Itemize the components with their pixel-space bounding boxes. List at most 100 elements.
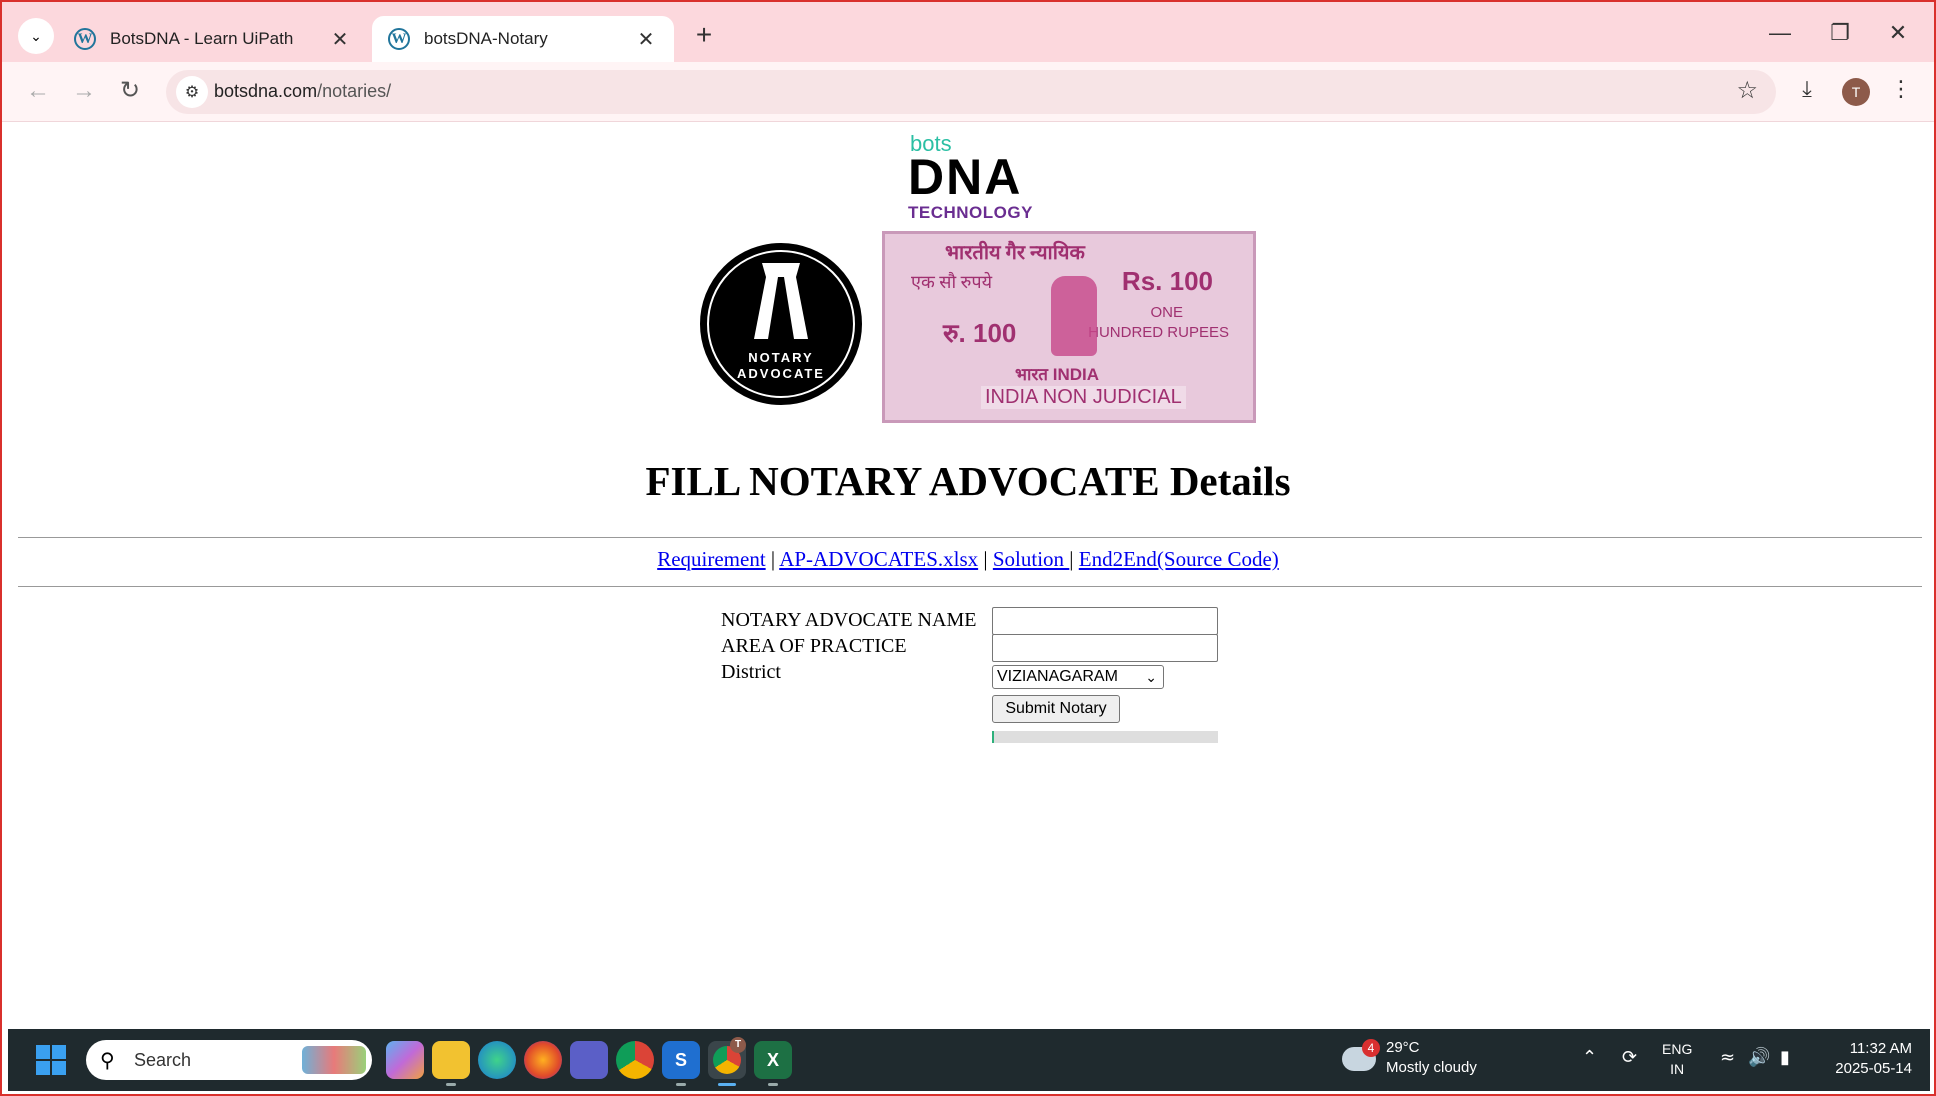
link-requirement[interactable]: Requirement xyxy=(657,547,765,571)
area-label: AREA OF PRACTICE xyxy=(721,635,907,657)
national-emblem-icon xyxy=(1051,276,1097,356)
bookmark-star-icon[interactable]: ☆ xyxy=(1736,76,1758,105)
wifi-icon[interactable]: ≈ xyxy=(1720,1047,1735,1068)
close-icon[interactable]: ✕ xyxy=(634,27,658,52)
tab-label: botsDNA-Notary xyxy=(424,29,548,48)
close-window-icon[interactable]: ✕ xyxy=(1878,20,1918,46)
chrome-icon[interactable] xyxy=(616,1041,654,1079)
site-info-icon[interactable]: ⚙ xyxy=(176,76,208,108)
running-indicator xyxy=(446,1083,456,1086)
new-tab-button[interactable]: + xyxy=(688,20,720,52)
stamp-hundred-text: HUNDRED RUPEES xyxy=(1088,324,1229,341)
notary-advocate-name-input[interactable] xyxy=(992,607,1218,635)
link-separator: | xyxy=(770,547,780,571)
tab-botsdna-notary[interactable]: W botsDNA-Notary ✕ xyxy=(372,16,674,62)
chrome-profile-badge: T xyxy=(730,1037,746,1053)
weather-temp: 29°C xyxy=(1386,1039,1420,1056)
active-indicator xyxy=(718,1083,736,1086)
lang-line1: ENG xyxy=(1662,1041,1693,1057)
windows-start-icon[interactable] xyxy=(36,1045,66,1075)
url-text: botsdna.com/notaries/ xyxy=(214,81,391,102)
close-icon[interactable]: ✕ xyxy=(328,27,352,52)
taskbar-search-label: Search xyxy=(134,1050,192,1070)
district-select[interactable]: VIZIANAGARAM ⌄ xyxy=(992,665,1164,689)
back-arrow-icon[interactable]: ← xyxy=(22,76,54,108)
stamp-india-text: भारत INDIA xyxy=(1015,365,1099,384)
clock-time: 11:32 AM xyxy=(1849,1040,1912,1057)
url-path: /notaries/ xyxy=(317,81,392,101)
browser-toolbar: ← → ↻ ⚙ botsdna.com/notaries/ ☆ ⤓ T ⋮ xyxy=(2,62,1934,122)
reload-icon[interactable]: ↻ xyxy=(114,76,146,108)
battery-icon[interactable]: ▮ xyxy=(1780,1047,1790,1068)
tab-search-button[interactable]: ⌄ xyxy=(18,18,54,54)
volume-icon[interactable]: 🔊 xyxy=(1748,1047,1770,1068)
file-explorer-icon[interactable] xyxy=(432,1041,470,1079)
page-title: FILL NOTARY ADVOCATE Details xyxy=(645,458,1291,504)
copilot-icon[interactable] xyxy=(386,1041,424,1079)
search-highlight-image xyxy=(302,1046,366,1074)
stamp-hindi-amount: एक सौ रुपये xyxy=(911,272,993,292)
stamp-ru-value: रु. 100 xyxy=(943,318,1017,348)
stamp-rs-value: Rs. 100 xyxy=(1121,266,1213,296)
links-bar: Requirement | AP-ADVOCATES.xlsx | Soluti… xyxy=(2,547,1934,572)
district-label: District xyxy=(721,661,781,683)
tab-strip: ⌄ W BotsDNA - Learn UiPath ✕ W botsDNA-N… xyxy=(2,2,1934,66)
chevron-up-icon[interactable]: ⌃ xyxy=(1582,1047,1597,1068)
address-bar[interactable]: ⚙ botsdna.com/notaries/ ☆ xyxy=(166,70,1776,114)
logo-technology-text: TECHNOLOGY xyxy=(908,203,1033,222)
restore-icon[interactable]: ❐ xyxy=(1820,20,1860,46)
weather-badge: 4 xyxy=(1362,1039,1380,1057)
sublime-s-app-icon[interactable]: S xyxy=(662,1041,700,1079)
link-ap-advocates-xlsx[interactable]: AP-ADVOCATES.xlsx xyxy=(779,547,978,571)
progress-fill xyxy=(992,731,995,743)
taskbar-search[interactable]: ⚲ Search xyxy=(86,1040,372,1080)
link-separator: | xyxy=(983,547,993,571)
link-solution[interactable]: Solution xyxy=(993,547,1069,571)
search-icon: ⚲ xyxy=(100,1050,115,1072)
divider-top xyxy=(18,537,1922,538)
link-separator: | xyxy=(1069,547,1079,571)
profile-avatar[interactable]: T xyxy=(1842,78,1870,106)
sync-icon[interactable]: ⟳ xyxy=(1622,1047,1637,1068)
botsdna-logo: bots DNA TECHNOLOGY xyxy=(904,131,1044,222)
lang-line2: IN xyxy=(1670,1061,1685,1077)
name-label: NOTARY ADVOCATE NAME xyxy=(721,609,977,631)
tab-botsdna-learn-uipath[interactable]: W BotsDNA - Learn UiPath ✕ xyxy=(58,16,368,62)
district-selected-value: VIZIANAGARAM xyxy=(997,668,1118,685)
stamp-hindi-title: भारतीय गैर न्यायिक xyxy=(945,242,1085,264)
weather-condition: Mostly cloudy xyxy=(1386,1059,1477,1076)
language-indicator[interactable]: ENG IN xyxy=(1662,1039,1692,1079)
menu-kebab-icon[interactable]: ⋮ xyxy=(1884,76,1918,102)
notary-advocate-badge: NOTARY ADVOCATE xyxy=(700,243,862,405)
system-clock[interactable]: 11:32 AM 2025-05-14 xyxy=(1822,1039,1912,1079)
weather-widget[interactable]: 4 29°C Mostly cloudy xyxy=(1342,1037,1492,1083)
chrome-profile-icon[interactable]: T xyxy=(708,1037,746,1079)
running-indicator xyxy=(768,1083,778,1086)
badge-advocate-text: ADVOCATE xyxy=(737,366,825,381)
edge-icon[interactable] xyxy=(478,1041,516,1079)
url-host: botsdna.com xyxy=(214,81,318,101)
logo-dna-text: DNA xyxy=(908,149,1023,205)
area-of-practice-input[interactable] xyxy=(992,634,1218,662)
link-end2end-source-code[interactable]: End2End(Source Code) xyxy=(1079,547,1279,571)
progress-bar xyxy=(992,731,1218,743)
stamp-one-text: ONE xyxy=(1150,304,1183,321)
excel-icon[interactable]: X xyxy=(754,1041,792,1079)
page-content: bots DNA TECHNOLOGY NOTARY ADVOCATE भारत… xyxy=(2,123,1934,1029)
submit-notary-button[interactable]: Submit Notary xyxy=(992,695,1120,723)
divider-bottom xyxy=(18,586,1922,587)
firefox-icon[interactable] xyxy=(524,1041,562,1079)
wordpress-icon: W xyxy=(74,28,96,50)
teams-icon[interactable] xyxy=(570,1041,608,1079)
download-icon[interactable]: ⤓ xyxy=(1790,76,1824,102)
tab-label: BotsDNA - Learn UiPath xyxy=(110,29,294,48)
clock-date: 2025-05-14 xyxy=(1835,1060,1912,1077)
minimize-icon[interactable]: — xyxy=(1760,20,1800,46)
windows-taskbar: ⚲ Search S T X 4 29°C Mostly cloudy ⌃ ⟳ … xyxy=(8,1029,1930,1091)
browser-window: ⌄ W BotsDNA - Learn UiPath ✕ W botsDNA-N… xyxy=(0,0,1936,1096)
stamp-non-judicial-text: INDIA NON JUDICIAL xyxy=(981,386,1186,409)
chevron-down-icon: ⌄ xyxy=(30,27,42,44)
chevron-down-icon: ⌄ xyxy=(1145,669,1157,685)
forward-arrow-icon[interactable]: → xyxy=(68,76,100,108)
wordpress-icon: W xyxy=(388,28,410,50)
